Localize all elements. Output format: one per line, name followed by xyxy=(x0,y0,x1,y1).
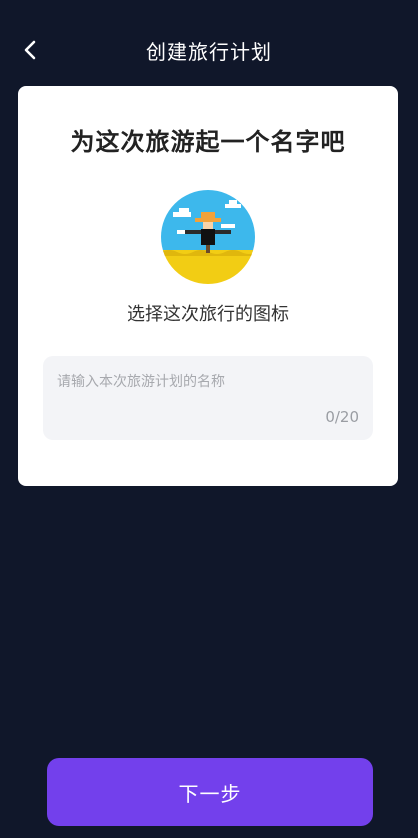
character-counter: 0/20 xyxy=(325,408,359,426)
trip-icon-selector[interactable] xyxy=(161,190,255,284)
card-heading: 为这次旅游起一个名字吧 xyxy=(70,128,346,156)
create-trip-screen: 创建旅行计划 为这次旅游起一个名字吧 选择这次旅行的图标 请输入本次旅游计划的名… xyxy=(0,0,418,838)
next-button[interactable]: 下一步 xyxy=(47,758,373,826)
header: 创建旅行计划 xyxy=(0,0,418,100)
scarecrow-field-icon xyxy=(161,190,255,284)
trip-name-input[interactable] xyxy=(57,370,357,394)
page-title: 创建旅行计划 xyxy=(146,40,272,64)
trip-name-card: 为这次旅游起一个名字吧 选择这次旅行的图标 请输入本次旅游计划的名称 0/20 xyxy=(18,86,398,486)
trip-name-field[interactable]: 0/20 xyxy=(43,356,373,440)
icon-caption: 选择这次旅行的图标 xyxy=(127,304,289,325)
